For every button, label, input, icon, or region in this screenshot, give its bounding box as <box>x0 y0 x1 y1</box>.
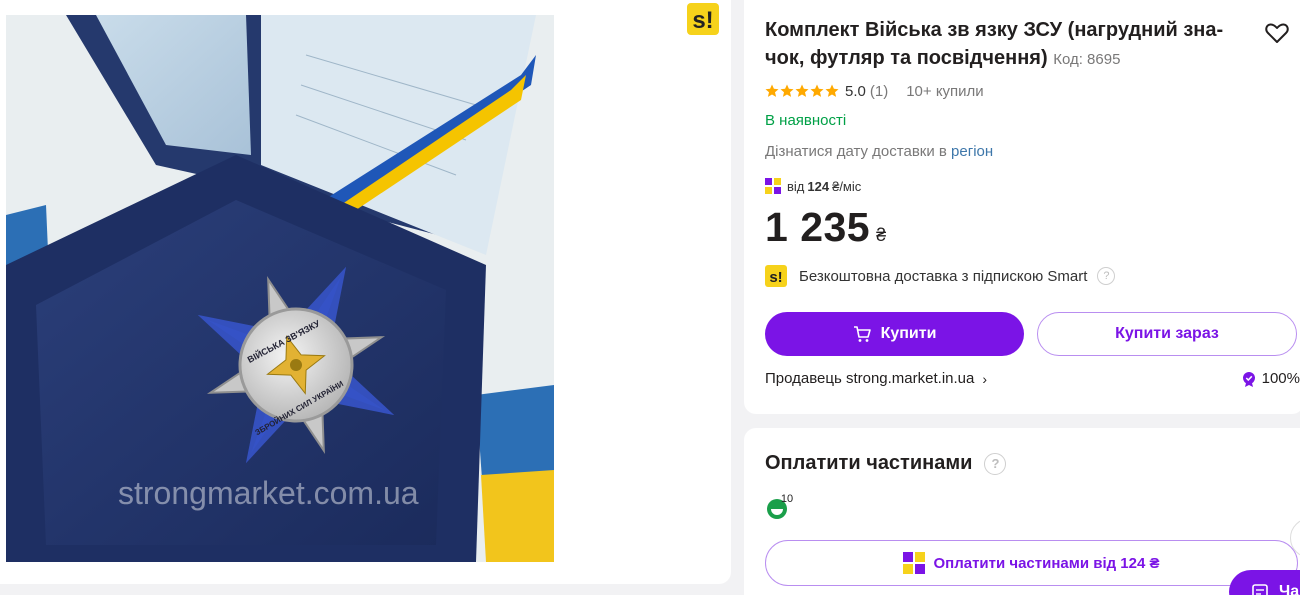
smart-logo-icon: s! <box>765 265 787 287</box>
buy-button-label: Купити <box>880 325 937 342</box>
star-icon <box>795 84 809 97</box>
buy-now-button-label: Купити зараз <box>1115 325 1219 342</box>
chat-button[interactable]: Ча <box>1229 570 1300 595</box>
product-price: 1 235 ₴ <box>765 204 887 251</box>
installment-info: від 124 ₴/міс <box>765 178 861 194</box>
product-info-card: Комплект Військa зв язку ЗСУ (нагрудний … <box>744 0 1300 414</box>
installment-suffix: ₴/міс <box>832 178 862 194</box>
pay-installments-label: Оплатити частинами від 124 ₴ <box>933 554 1160 572</box>
seller-rating: 100% <box>1241 370 1300 387</box>
stock-status: В наявності <box>765 112 847 129</box>
chat-button-label: Ча <box>1279 583 1300 595</box>
delivery-text: Дізнатися дату доставки в <box>765 143 947 160</box>
price-value: 1 235 <box>765 204 871 250</box>
seller-name: Продавець strong.market.in.ua <box>765 370 975 387</box>
star-icon <box>780 84 794 97</box>
installment-icon <box>903 552 926 574</box>
smart-logo-icon: s! <box>687 3 719 35</box>
region-link[interactable]: регіон <box>951 143 993 160</box>
seller-rating-value: 100% <box>1261 370 1300 387</box>
installments-title-text: Оплатити частинами <box>765 452 973 474</box>
bank-logo-icon: 10 <box>767 493 793 519</box>
product-page: ВІЙСЬКА ЗВ'ЯЗКУ ЗБРОЙНИХ СИЛ УКРАЇНИ str… <box>0 0 1300 595</box>
installment-icon <box>765 178 781 194</box>
rating-value: 5.0 <box>845 82 866 100</box>
photo-watermark: strongmarket.com.ua <box>118 475 419 511</box>
rating-stars <box>765 84 839 98</box>
product-photo[interactable]: ВІЙСЬКА ЗВ'ЯЗКУ ЗБРОЙНИХ СИЛ УКРАЇНИ str… <box>6 15 554 562</box>
svg-text:s!: s! <box>692 7 713 34</box>
help-icon[interactable]: ? <box>984 452 1007 475</box>
product-photo-illustration: ВІЙСЬКА ЗВ'ЯЗКУ ЗБРОЙНИХ СИЛ УКРАЇНИ str… <box>6 15 554 562</box>
product-code: Код: 8695 <box>1053 51 1121 68</box>
star-icon <box>810 84 824 97</box>
installment-amount: 124 <box>807 178 830 194</box>
gallery-card: ВІЙСЬКА ЗВ'ЯЗКУ ЗБРОЙНИХ СИЛ УКРАЇНИ str… <box>0 0 731 584</box>
help-icon[interactable]: ? <box>1097 267 1116 285</box>
buy-button[interactable]: Купити <box>765 312 1024 356</box>
installments-title: Оплатити частинами ? <box>765 452 1007 475</box>
star-icon <box>765 84 779 97</box>
seller-badge-icon <box>1242 371 1255 387</box>
price-currency: ₴ <box>876 225 887 245</box>
product-title-line2: чок, футляр та посвідчення) <box>765 47 1048 69</box>
chevron-right-icon: › <box>982 370 988 387</box>
pay-installments-button[interactable]: Оплатити частинами від 124 ₴ <box>765 540 1298 586</box>
bought-count: 10+ купили <box>906 82 984 100</box>
free-shipping: s! Безкоштовна доставка з підпискою Smar… <box>765 265 1116 287</box>
cart-icon <box>853 326 871 342</box>
heart-icon[interactable] <box>1264 20 1290 46</box>
bank-count: 10 <box>781 493 793 505</box>
installment-prefix: від <box>787 178 805 194</box>
product-title-line1: Комплект Військa зв язку ЗСУ (нагрудний … <box>765 19 1224 41</box>
rating-count: (1) <box>869 82 889 100</box>
free-shipping-text: Безкоштовна доставка з підпискою Smart <box>799 267 1088 285</box>
seller-row[interactable]: Продавець strong.market.in.ua › 100% <box>765 370 1300 387</box>
svg-text:s!: s! <box>769 269 782 286</box>
installments-card: Оплатити частинами ? 10 Оплатити частина… <box>744 428 1300 595</box>
delivery-info: Дізнатися дату доставки в регіон <box>765 143 993 160</box>
product-title: Комплект Військa зв язку ЗСУ (нагрудний … <box>765 16 1230 74</box>
buy-now-button[interactable]: Купити зараз <box>1037 312 1297 356</box>
star-icon <box>825 84 839 97</box>
rating-row[interactable]: 5.0 (1) 10+ купили <box>765 80 984 102</box>
chat-icon <box>1252 584 1268 595</box>
